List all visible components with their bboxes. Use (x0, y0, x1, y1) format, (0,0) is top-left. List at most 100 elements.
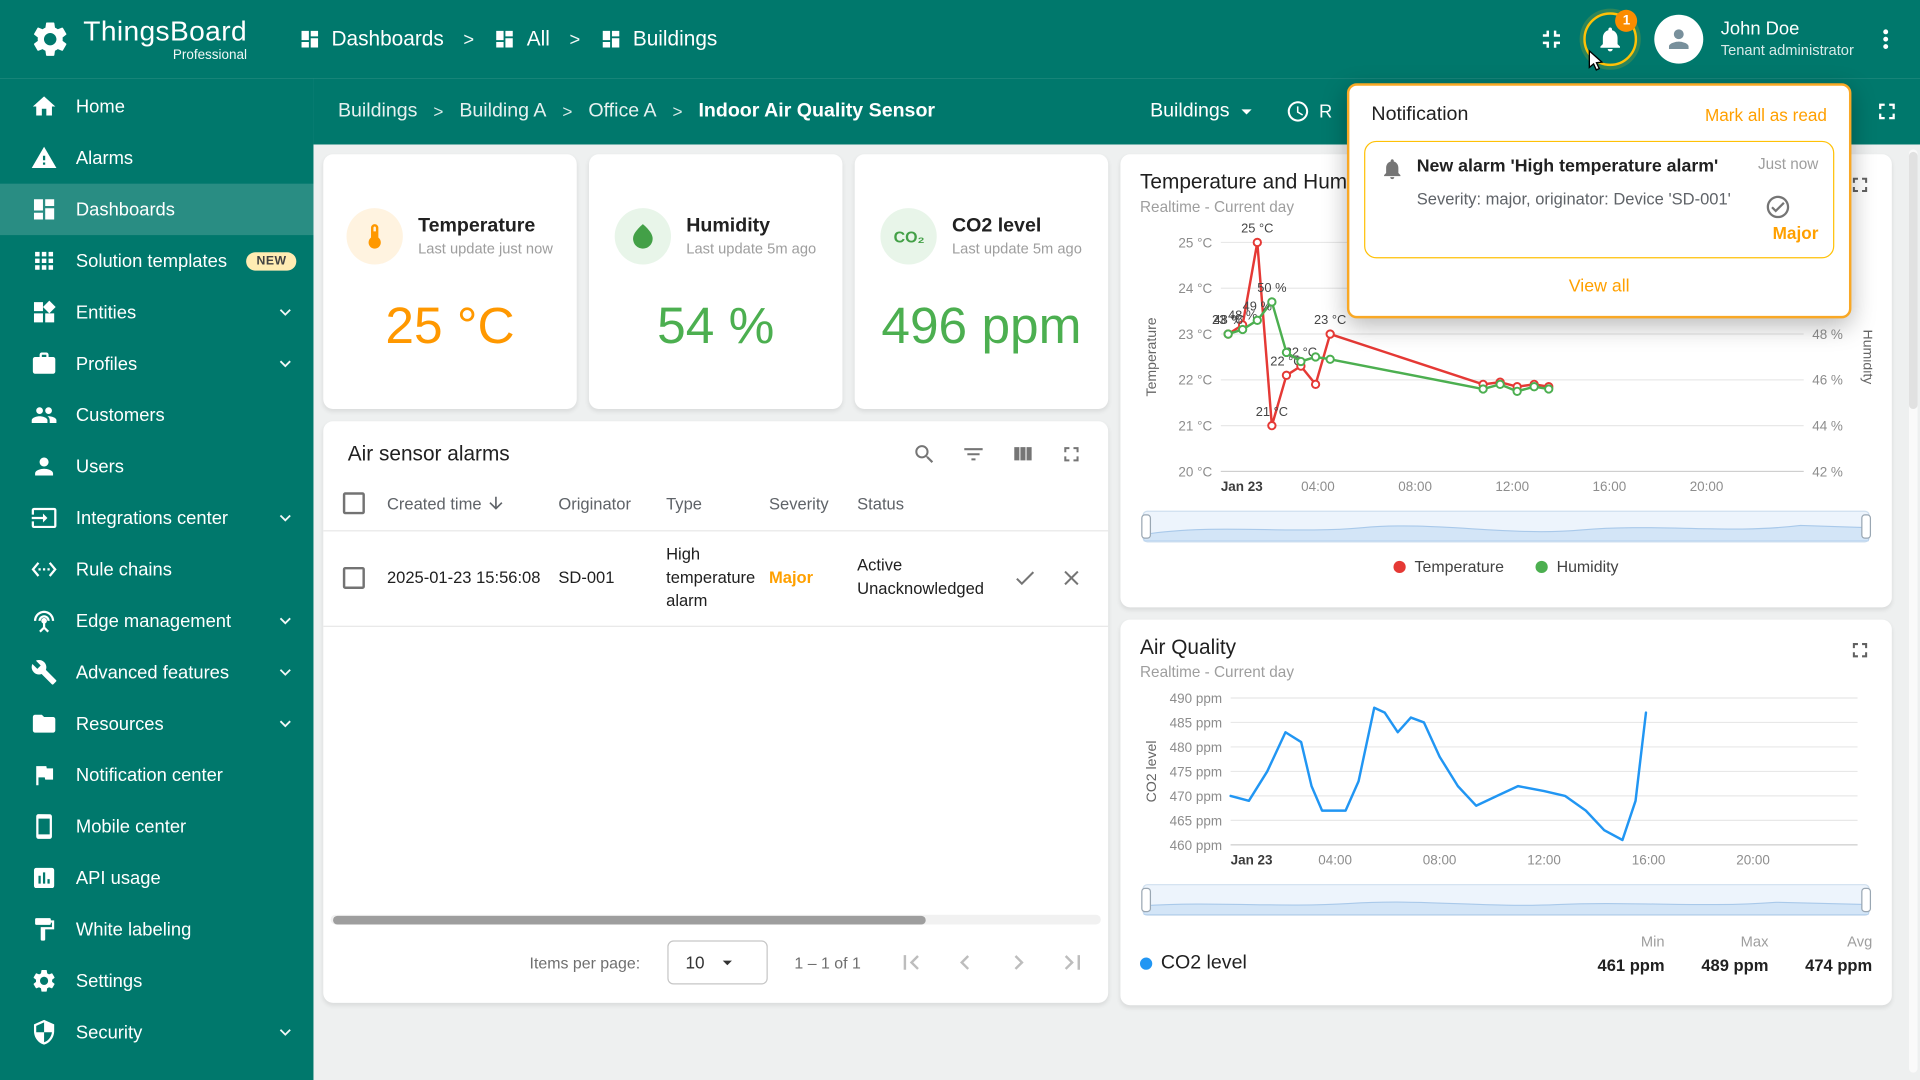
fullscreen-exit-button[interactable] (1537, 24, 1566, 53)
sidebar-item-label: White labeling (75, 918, 192, 940)
more-menu-button[interactable] (1871, 24, 1900, 53)
breadcrumb-buildings[interactable]: Buildings (338, 100, 418, 122)
clear-alarm-button[interactable] (1059, 566, 1083, 590)
breadcrumb-dashboards[interactable]: Dashboards (298, 27, 444, 51)
dashboard-fullscreen-button[interactable] (1873, 98, 1900, 125)
widget-fullscreen-button[interactable] (1059, 442, 1083, 466)
widget-fullscreen-button[interactable] (1848, 638, 1872, 662)
sidebar-item-users[interactable]: Users (0, 441, 313, 492)
stat-cards-row: Temperature Last update just now 25 °C H… (323, 154, 1109, 409)
entity-select-value: Buildings (1150, 100, 1230, 122)
page-scrollbar[interactable] (1908, 149, 1918, 1073)
breadcrumb-all[interactable]: All (494, 27, 550, 51)
max-value: 489 ppm (1701, 956, 1769, 975)
filter-button[interactable] (961, 442, 985, 466)
view-all-button[interactable]: View all (1349, 258, 1849, 316)
svg-text:Temperature: Temperature (1143, 317, 1159, 396)
column-status[interactable]: Status (857, 494, 1001, 512)
sidebar-item-rule-chains[interactable]: Rule chains (0, 544, 313, 595)
next-page-button[interactable] (996, 939, 1043, 986)
dashboard-group-icon (494, 28, 516, 50)
thermometer-icon (347, 208, 404, 265)
slider-handle-right[interactable] (1861, 887, 1872, 913)
sidebar-item-api-usage[interactable]: API usage (0, 852, 313, 903)
time-range-slider[interactable] (1141, 510, 1872, 543)
svg-text:20 °C: 20 °C (1178, 464, 1212, 479)
sidebar-item-edge-management[interactable]: Edge management (0, 595, 313, 646)
acknowledge-alarm-button[interactable] (1013, 566, 1037, 590)
notification-popup-title: Notification (1371, 104, 1469, 125)
alarm-row[interactable]: 2025-01-23 15:56:08 SD-001 High temperat… (323, 530, 1109, 627)
first-page-button[interactable] (888, 939, 935, 986)
breadcrumb-buildings-dashboard[interactable]: Buildings (600, 27, 717, 51)
co2-card: CO₂ CO2 level Last update 5m ago 496 ppm (854, 154, 1109, 409)
entity-select[interactable]: Buildings (1150, 99, 1259, 123)
legend-humidity[interactable]: Humidity (1535, 557, 1619, 576)
scrollbar-thumb[interactable] (333, 915, 927, 924)
sidebar-item-customers[interactable]: Customers (0, 389, 313, 440)
sidebar-item-label: Home (75, 96, 125, 117)
timewindow-button[interactable]: R (1286, 99, 1332, 123)
brand-edition: Professional (172, 47, 248, 62)
sidebar-item-dashboards[interactable]: Dashboards (0, 183, 314, 236)
sidebar-item-settings[interactable]: Settings (0, 955, 313, 1006)
column-originator[interactable]: Originator (558, 494, 666, 512)
fullscreen-icon (1873, 98, 1900, 125)
breadcrumb-current-state: Indoor Air Quality Sensor (698, 100, 936, 122)
sidebar-item-advanced-features[interactable]: Advanced features (0, 647, 313, 698)
svg-text:465 ppm: 465 ppm (1170, 813, 1222, 828)
stat-last-update: Last update 5m ago (686, 240, 817, 258)
brand-logo[interactable]: ThingsBoard Professional (29, 16, 248, 62)
sidebar-item-notification-center[interactable]: Notification center (0, 749, 313, 800)
sidebar-item-profiles[interactable]: Profiles (0, 338, 313, 389)
last-page-button[interactable] (1049, 939, 1096, 986)
fullscreen-icon (1059, 442, 1083, 466)
alarm-created-time: 2025-01-23 15:56:08 (386, 568, 541, 587)
sidebar-item-alarms[interactable]: Alarms (0, 132, 313, 183)
column-severity[interactable]: Severity (769, 494, 857, 512)
column-type[interactable]: Type (666, 494, 769, 512)
scrollbar-thumb[interactable] (1908, 151, 1918, 409)
column-created-time[interactable]: Created time (387, 493, 558, 513)
sidebar-item-entities[interactable]: Entities (0, 287, 313, 338)
search-button[interactable] (912, 442, 936, 466)
columns-button[interactable] (1010, 442, 1034, 466)
mark-read-button[interactable] (1764, 193, 1791, 220)
sidebar-item-white-labeling[interactable]: White labeling (0, 904, 313, 955)
sidebar-item-security[interactable]: Security (0, 1007, 313, 1058)
svg-text:48 %: 48 % (1812, 327, 1843, 342)
time-range-slider[interactable] (1141, 884, 1872, 916)
breadcrumb-building-a[interactable]: Building A (459, 100, 546, 122)
temperature-card: Temperature Last update just now 25 °C (323, 154, 577, 409)
slider-handle-right[interactable] (1861, 514, 1872, 539)
legend-temperature[interactable]: Temperature (1393, 557, 1504, 576)
sidebar-item-resources[interactable]: Resources (0, 698, 313, 749)
chart-subtitle: Realtime - Current day (1140, 663, 1294, 681)
previous-page-button[interactable] (942, 939, 989, 986)
range-preview (1143, 524, 1869, 542)
sidebar-item-solution-templates[interactable]: Solution templates NEW (0, 235, 313, 286)
svg-text:25 °C: 25 °C (1241, 223, 1273, 236)
smartphone-icon (31, 813, 58, 840)
notification-item[interactable]: New alarm 'High temperature alarm' Just … (1364, 140, 1835, 259)
legend-dot (1393, 560, 1406, 573)
legend-co2-level[interactable]: CO2 level (1140, 953, 1247, 975)
user-avatar[interactable] (1654, 14, 1704, 64)
horizontal-scrollbar[interactable] (330, 914, 1101, 925)
slider-handle-left[interactable] (1141, 887, 1152, 913)
svg-text:21 °C: 21 °C (1178, 419, 1212, 434)
slider-handle-left[interactable] (1141, 514, 1152, 539)
sort-arrow-icon (486, 493, 506, 513)
row-checkbox[interactable] (342, 567, 365, 590)
chart-legend: Temperature Humidity (1140, 557, 1872, 576)
alarm-table-header: Created time Originator Type Severity St… (323, 476, 1108, 530)
thingsboard-app: ThingsBoard Professional Dashboards > Al… (0, 0, 1920, 1080)
avg-label: Avg (1847, 933, 1873, 951)
items-per-page-select[interactable]: 10 (667, 940, 768, 985)
mark-all-read-link[interactable]: Mark all as read (1705, 105, 1827, 125)
sidebar-item-home[interactable]: Home (0, 81, 313, 132)
sidebar-item-integrations-center[interactable]: Integrations center (0, 492, 313, 543)
sidebar-item-mobile-center[interactable]: Mobile center (0, 801, 313, 852)
breadcrumb-office-a[interactable]: Office A (588, 100, 656, 122)
select-all-checkbox[interactable] (342, 492, 365, 515)
